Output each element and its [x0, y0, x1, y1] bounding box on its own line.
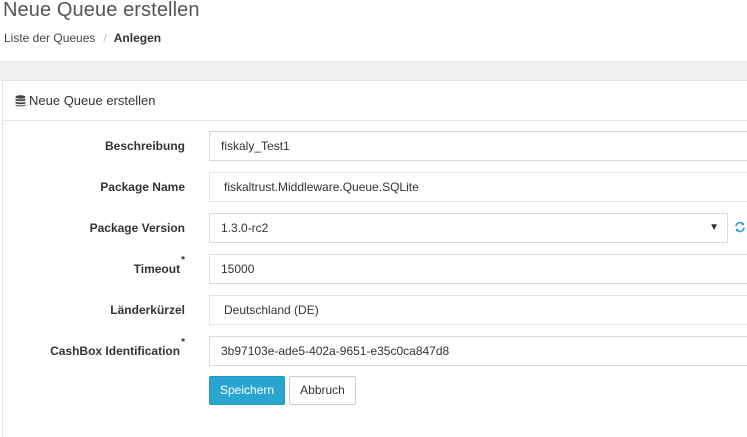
row-package-name: Package Name fiskaltrust.Middleware.Queu… [0, 172, 747, 202]
refresh-icon[interactable] [734, 220, 746, 234]
country-code-label: Länderkürzel [110, 303, 185, 317]
package-version-label: Package Version [89, 221, 185, 235]
package-version-selected: 1.3.0-rc2 [221, 221, 269, 235]
panel-heading-title: Neue Queue erstellen [29, 93, 156, 108]
database-icon [15, 94, 26, 107]
country-code-input[interactable]: Deutschland (DE) [209, 295, 747, 325]
timeout-label: Timeout* [134, 254, 185, 284]
content-header-band [0, 61, 747, 81]
package-name-label: Package Name [100, 180, 185, 194]
description-input[interactable]: fiskaly_Test1 [209, 131, 747, 161]
cashbox-id-input[interactable]: 3b97103e-ade5-402a-9651-e35c0ca847d8 [209, 336, 747, 366]
breadcrumb-current: Anlegen [113, 31, 162, 45]
row-timeout: Timeout* 15000 [0, 254, 747, 284]
timeout-input[interactable]: 15000 [209, 254, 747, 284]
timeout-label-text: Timeout [133, 262, 181, 276]
row-cashbox-id: CashBox Identification* 3b97103e-ade5-40… [0, 336, 747, 366]
required-marker: * [181, 337, 185, 348]
page-title: Neue Queue erstellen [3, 0, 200, 21]
package-version-select[interactable]: 1.3.0-rc2 ▼ [209, 213, 728, 243]
panel-heading: Neue Queue erstellen [3, 81, 747, 121]
description-label: Beschreibung [104, 139, 185, 153]
save-button[interactable]: Speichern [209, 376, 285, 405]
cashbox-id-label-text: CashBox Identification [50, 344, 181, 358]
breadcrumb-link-queues[interactable]: Liste der Queues [4, 31, 95, 45]
cancel-button[interactable]: Abbruch [289, 376, 356, 405]
row-country-code: Länderkürzel Deutschland (DE) [0, 295, 747, 325]
breadcrumb: Liste der Queues / Anlegen [4, 31, 161, 45]
row-package-version: Package Version 1.3.0-rc2 ▼ [0, 213, 747, 243]
cashbox-id-label: CashBox Identification* [50, 336, 185, 366]
package-name-input[interactable]: fiskaltrust.Middleware.Queue.SQLite [209, 172, 747, 202]
chevron-down-icon: ▼ [709, 222, 719, 233]
required-marker: * [181, 255, 185, 266]
row-description: Beschreibung fiskaly_Test1 [0, 131, 747, 161]
breadcrumb-separator: / [103, 31, 107, 45]
